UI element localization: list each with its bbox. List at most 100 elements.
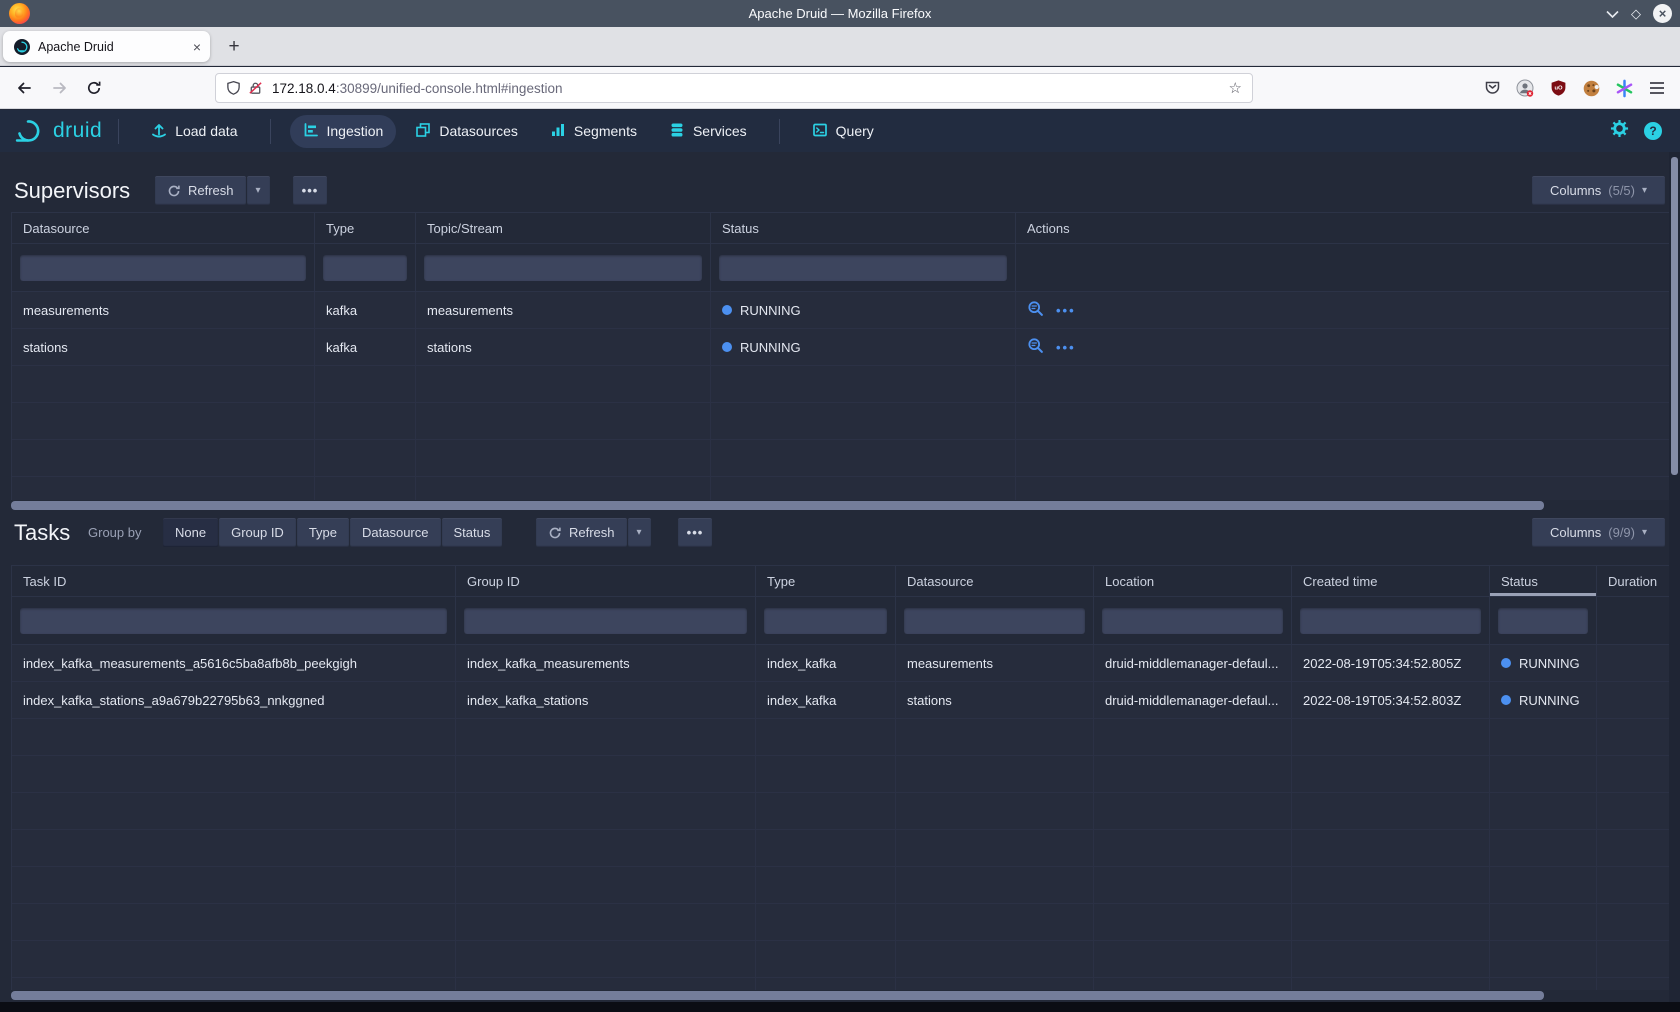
load-data-icon (151, 122, 167, 141)
svg-text:uO: uO (1554, 86, 1563, 92)
ublock-icon[interactable]: uO (1548, 78, 1568, 98)
task-id-filter[interactable] (20, 608, 447, 634)
back-button[interactable] (12, 76, 36, 100)
column-header-topic-stream[interactable]: Topic/Stream (416, 213, 711, 243)
tab-title: Apache Druid (38, 40, 193, 54)
supervisors-table-header: Datasource Type Topic/Stream Status Acti… (12, 213, 1669, 244)
nav-item-datasources[interactable]: Datasources (402, 115, 531, 148)
nav-divider (118, 119, 119, 144)
inspect-magnifier-icon[interactable] (1027, 300, 1044, 320)
column-header-task-id[interactable]: Task ID (12, 566, 456, 596)
running-status-dot (722, 342, 732, 352)
row-more-actions-icon[interactable]: ••• (1056, 340, 1076, 355)
empty-row (12, 756, 1669, 793)
nav-label: Query (836, 123, 874, 139)
tasks-refresh-dropdown[interactable]: ▾ (628, 518, 651, 547)
tasks-refresh-button[interactable]: Refresh (536, 518, 627, 547)
empty-row (12, 941, 1669, 978)
supervisor-topic-filter[interactable] (424, 255, 702, 281)
settings-gear-icon[interactable] (1610, 119, 1629, 143)
column-header-datasource[interactable]: Datasource (896, 566, 1094, 596)
window-bottom-edge (0, 1002, 1680, 1012)
column-header-group-id[interactable]: Group ID (456, 566, 756, 596)
help-icon[interactable]: ? (1644, 122, 1662, 140)
task-row[interactable]: index_kafka_stations_a9a679b22795b63_nnk… (12, 682, 1669, 719)
task-group-id-filter[interactable] (464, 608, 747, 634)
pocket-icon[interactable] (1482, 78, 1502, 98)
window-titlebar: Apache Druid — Mozilla Firefox ◇ × (0, 0, 1680, 27)
window-close-icon[interactable]: × (1653, 4, 1672, 23)
menu-hamburger-icon[interactable] (1647, 78, 1667, 98)
console-content: Supervisors Refresh ▾ ••• Columns(5/5)▾ … (0, 152, 1680, 1012)
supervisor-row[interactable]: stations kafka stations RUNNING ••• (12, 329, 1669, 366)
supervisors-header: Supervisors Refresh ▾ ••• Columns(5/5)▾ (0, 176, 1680, 206)
task-status-filter[interactable] (1498, 608, 1588, 634)
supervisors-more-button[interactable]: ••• (293, 176, 327, 205)
supervisors-refresh-dropdown[interactable]: ▾ (247, 176, 270, 205)
segments-icon (550, 122, 566, 141)
group-by-group-id-button[interactable]: Group ID (219, 518, 296, 547)
ingestion-icon (303, 122, 319, 141)
browser-tab[interactable]: Apache Druid × (3, 31, 210, 62)
nav-item-query[interactable]: Query (799, 115, 887, 148)
nav-item-load-data[interactable]: Load data (138, 115, 250, 148)
supervisor-datasource-filter[interactable] (20, 255, 306, 281)
supervisor-row[interactable]: measurements kafka measurements RUNNING … (12, 292, 1669, 329)
column-header-type[interactable]: Type (756, 566, 896, 596)
column-header-created-time[interactable]: Created time (1292, 566, 1490, 596)
extension-asterisk-icon[interactable] (1614, 78, 1634, 98)
nav-item-services[interactable]: Services (656, 115, 760, 148)
column-header-status-sorted[interactable]: Status (1490, 566, 1597, 596)
group-by-status-button[interactable]: Status (442, 518, 503, 547)
empty-row (12, 793, 1669, 830)
nav-label: Ingestion (327, 123, 384, 139)
profile-icon[interactable] (1515, 78, 1535, 98)
empty-row (12, 366, 1669, 403)
tasks-hscrollbar[interactable] (11, 991, 1669, 1001)
column-header-datasource[interactable]: Datasource (12, 213, 315, 243)
running-status-dot (722, 305, 732, 315)
column-header-type[interactable]: Type (315, 213, 416, 243)
column-header-duration[interactable]: Duration (1597, 566, 1669, 596)
empty-row (12, 477, 1669, 500)
supervisors-columns-button[interactable]: Columns(5/5)▾ (1532, 176, 1665, 205)
supervisor-status-filter[interactable] (719, 255, 1007, 281)
reload-button[interactable] (82, 76, 106, 100)
supervisors-refresh-button[interactable]: Refresh (155, 176, 246, 205)
supervisors-hscrollbar[interactable] (11, 501, 1669, 511)
supervisor-type-filter[interactable] (323, 255, 407, 281)
new-tab-button[interactable]: + (221, 34, 247, 60)
column-header-status[interactable]: Status (711, 213, 1016, 243)
task-row[interactable]: index_kafka_measurements_a5616c5ba8afb8b… (12, 645, 1669, 682)
druid-logo[interactable]: druid (14, 118, 102, 144)
screen: Apache Druid — Mozilla Firefox ◇ × Apach… (0, 0, 1680, 1012)
tab-close-icon[interactable]: × (193, 40, 201, 54)
cookie-icon[interactable] (1581, 78, 1601, 98)
empty-row (12, 978, 1669, 990)
bookmark-star-icon[interactable]: ☆ (1229, 81, 1242, 96)
page-vscrollbar[interactable] (1669, 152, 1680, 1002)
column-header-location[interactable]: Location (1094, 566, 1292, 596)
forward-button[interactable] (48, 76, 72, 100)
inspect-magnifier-icon[interactable] (1027, 337, 1044, 357)
group-by-type-button[interactable]: Type (297, 518, 349, 547)
nav-item-ingestion[interactable]: Ingestion (290, 115, 397, 148)
tab-bar: Apache Druid × + (0, 27, 1680, 66)
group-by-none-button[interactable]: None (163, 518, 218, 547)
task-location-filter[interactable] (1102, 608, 1283, 634)
tracking-shield-icon[interactable] (226, 80, 241, 96)
group-by-datasource-button[interactable]: Datasource (350, 518, 440, 547)
task-datasource-filter[interactable] (904, 608, 1085, 634)
task-created-time-filter[interactable] (1300, 608, 1481, 634)
nav-item-segments[interactable]: Segments (537, 115, 650, 148)
url-bar[interactable]: 172.18.0.4:30899/unified-console.html#in… (215, 73, 1253, 103)
window-minimize-icon[interactable] (1606, 10, 1619, 18)
insecure-lock-icon[interactable] (248, 80, 263, 96)
running-status-dot (1501, 658, 1511, 668)
tasks-columns-button[interactable]: Columns(9/9)▾ (1532, 518, 1665, 547)
window-maximize-icon[interactable]: ◇ (1631, 7, 1641, 20)
tasks-table-header: Task ID Group ID Type Datasource Locatio… (12, 566, 1669, 597)
row-more-actions-icon[interactable]: ••• (1056, 303, 1076, 318)
task-type-filter[interactable] (764, 608, 887, 634)
tasks-more-button[interactable]: ••• (678, 518, 712, 547)
